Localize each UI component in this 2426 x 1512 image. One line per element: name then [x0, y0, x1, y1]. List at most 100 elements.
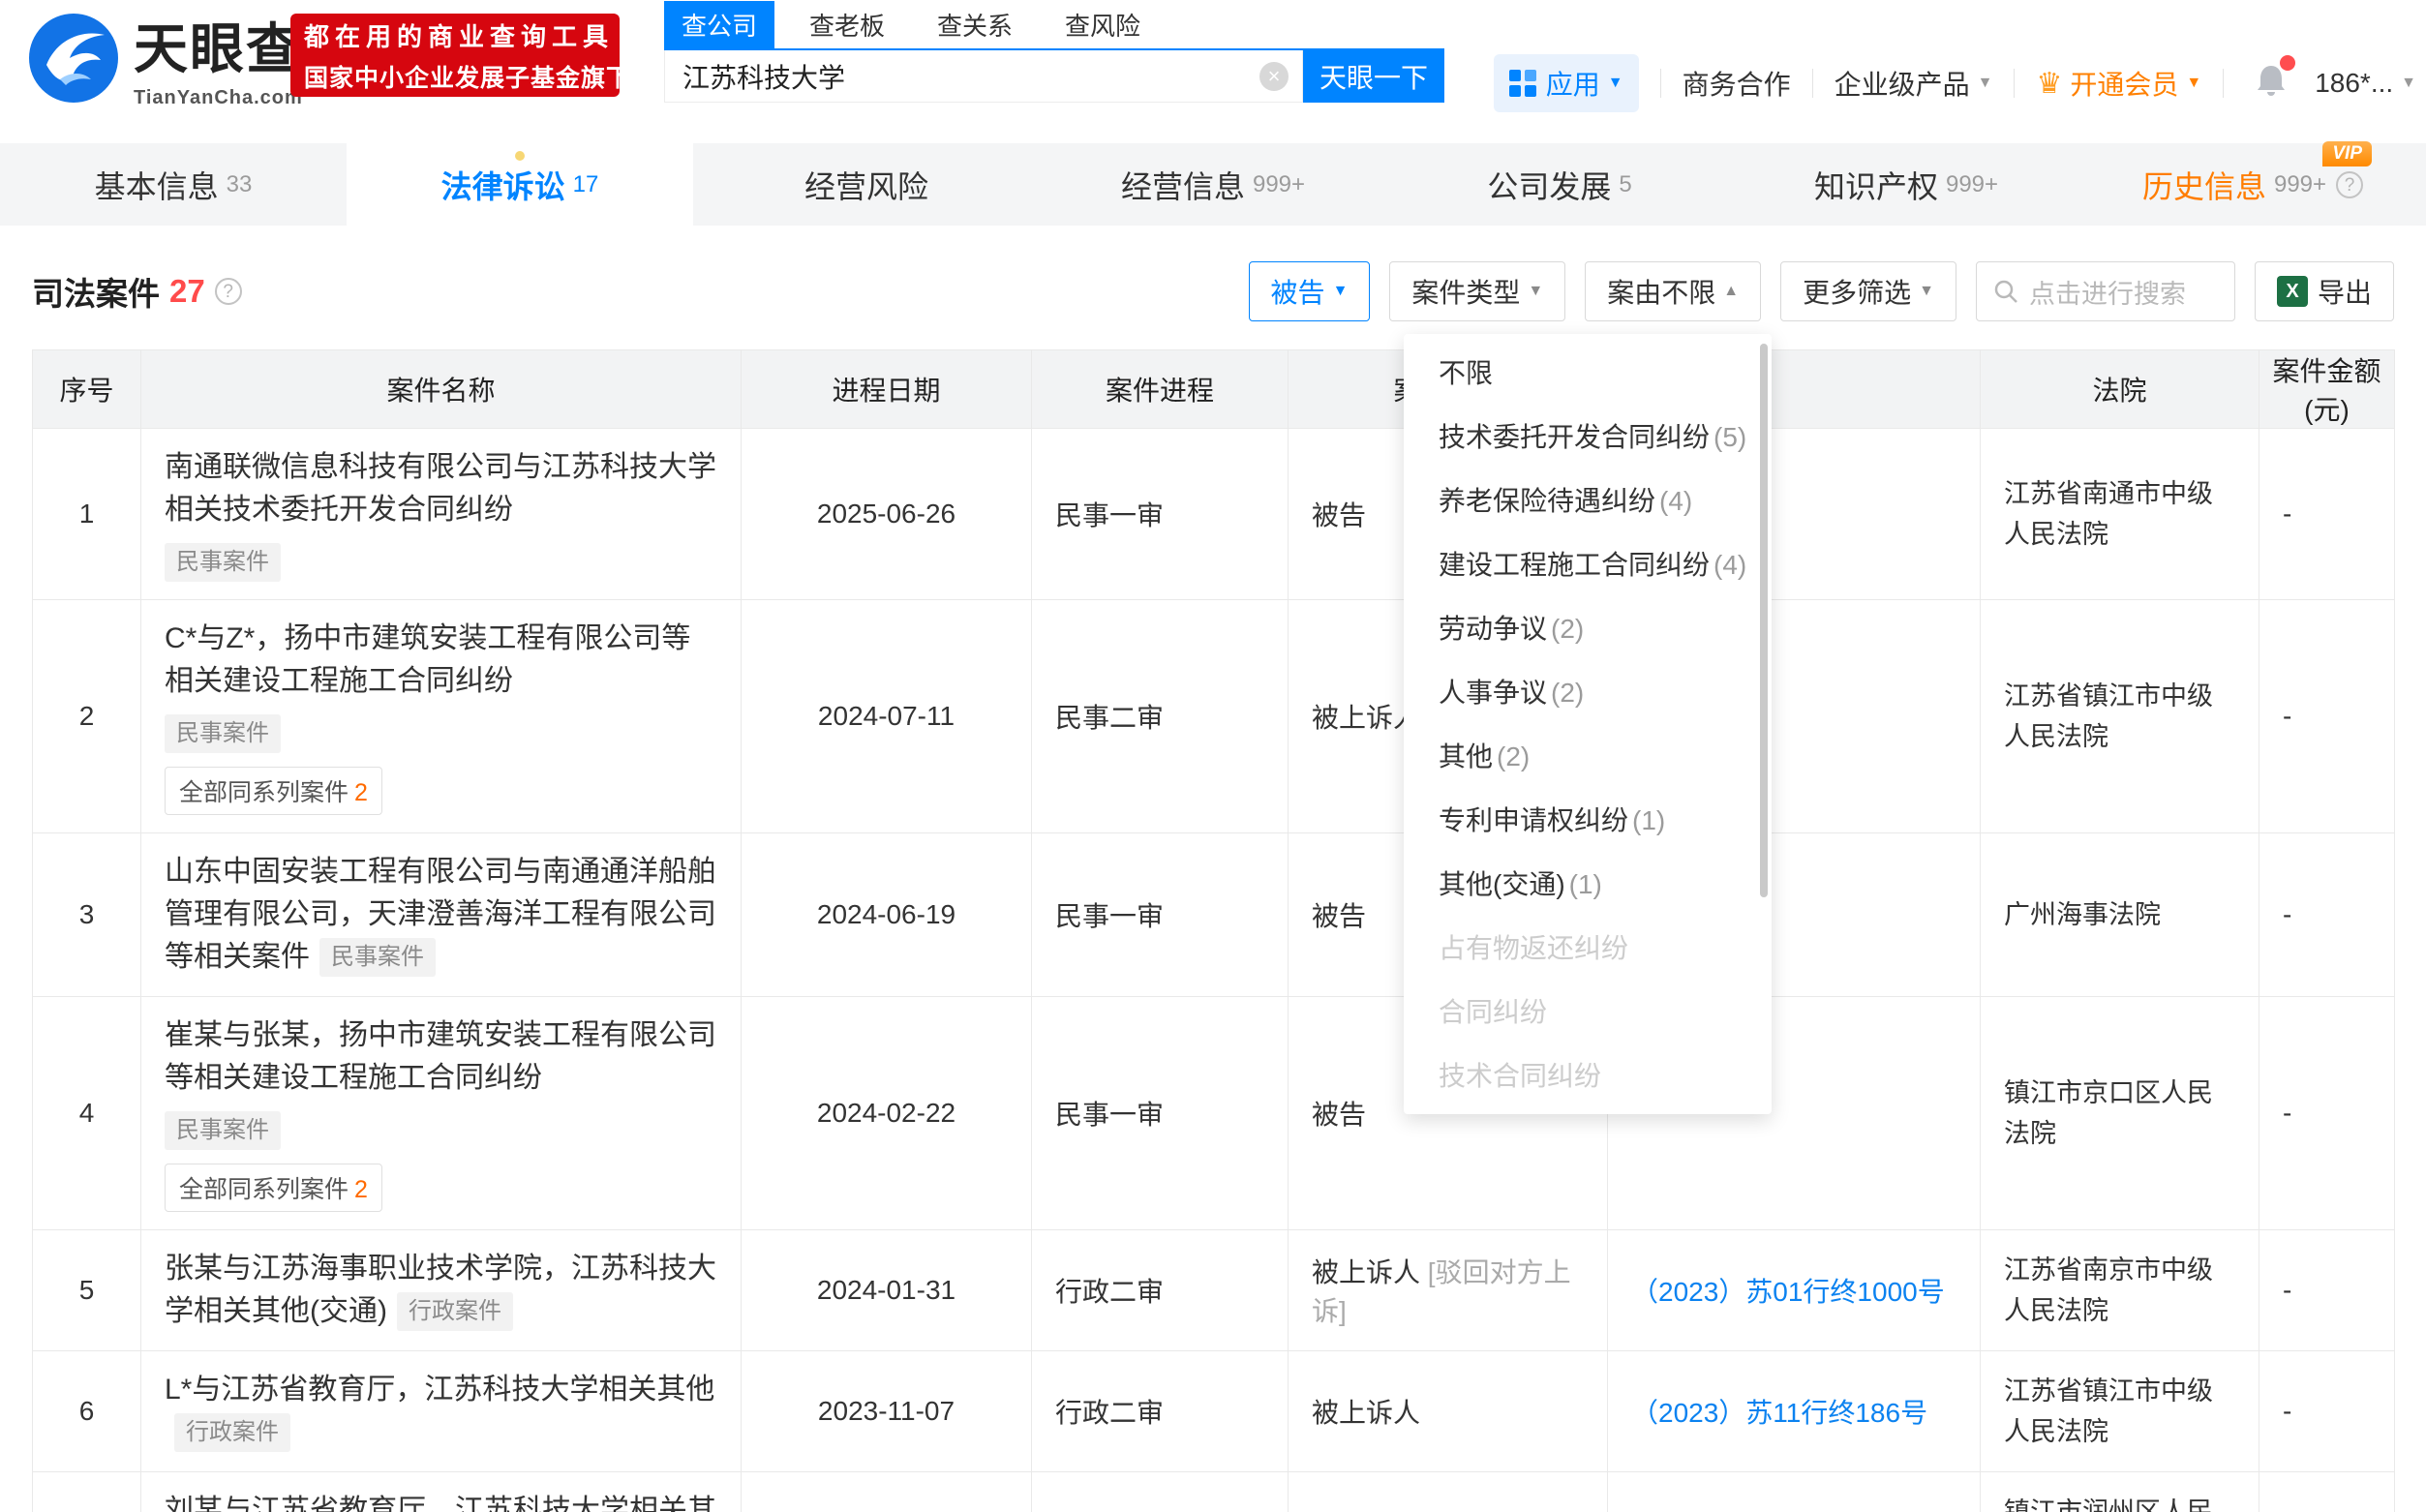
- dropdown-item[interactable]: 技术委托开发合同纠纷(5): [1404, 406, 1772, 469]
- dropdown-item[interactable]: 劳动争议(2): [1404, 597, 1772, 661]
- help-icon[interactable]: ?: [2336, 171, 2363, 198]
- case-court: 镇江市京口区人民法院: [1981, 997, 2259, 1230]
- nav-enterprise-product[interactable]: 企业级产品 ▼: [1835, 64, 1993, 103]
- col-court: 法院: [1981, 350, 2259, 429]
- case-name-link[interactable]: C*与Z*，扬中市建筑安装工程有限公司等相关建设工程施工合同纠纷: [165, 618, 717, 703]
- table-row: 4 崔某与张某，扬中市建筑安装工程有限公司等相关建设工程施工合同纠纷 民事案件 …: [33, 997, 2395, 1230]
- row-index: 7: [33, 1472, 141, 1512]
- dropdown-item[interactable]: 其他(交通)(1): [1404, 853, 1772, 917]
- row-index: 5: [33, 1230, 141, 1351]
- notification-bell-icon[interactable]: [2255, 63, 2288, 105]
- help-icon[interactable]: ?: [215, 278, 242, 305]
- dropdown-scrollbar[interactable]: [1760, 344, 1768, 897]
- dropdown-item[interactable]: 建设工程施工合同纠纷(4): [1404, 533, 1772, 597]
- search-tab-boss[interactable]: 查老板: [792, 1, 902, 48]
- case-court: 江苏省南京市中级人民法院: [1981, 1230, 2259, 1351]
- section-toolbar: 司法案件 27 ? 被告 ▼ 案件类型 ▼ 案由不限 ▲ 更多筛选 ▼: [0, 226, 2426, 322]
- case-amount: -: [2259, 600, 2395, 833]
- dropdown-item[interactable]: 养老保险待遇纠纷(4): [1404, 469, 1772, 533]
- logo-domain: TianYanCha.com: [134, 87, 303, 109]
- case-type-tag: 民事案件: [165, 1111, 281, 1150]
- case-date: 2025-06-26: [742, 429, 1032, 600]
- table-header-row: 序号 案件名称 进程日期 案件进程 案件身份 法院 案件金额(元): [33, 350, 2395, 429]
- case-type-tag: 民事案件: [165, 714, 281, 753]
- case-name-link[interactable]: 南通联微信息科技有限公司与江苏科技大学相关技术委托开发合同纠纷: [165, 446, 717, 531]
- tab-operation-risk[interactable]: 经营风险: [693, 143, 1040, 226]
- col-amount: 案件金额(元): [2259, 350, 2395, 429]
- table-row: 6 L*与江苏省教育厅，江苏科技大学相关其他行政案件 2023-11-07 行政…: [33, 1351, 2395, 1472]
- case-date: 2024-07-11: [742, 600, 1032, 833]
- case-role: 被上诉人: [1289, 1351, 1608, 1472]
- chevron-down-icon: ▼: [2401, 75, 2416, 92]
- row-index: 2: [33, 600, 141, 833]
- row-index: 4: [33, 997, 141, 1230]
- series-cases-button[interactable]: 全部同系列案件2: [165, 767, 382, 815]
- promo-line2: 国家中小企业发展子基金旗下机构: [304, 59, 606, 94]
- search-submit-button[interactable]: 天眼一下: [1303, 50, 1444, 103]
- col-case-name: 案件名称: [141, 350, 742, 429]
- tab-company-development[interactable]: 公司发展 5: [1386, 143, 1733, 226]
- case-court: 镇江市润州区人民法院: [1981, 1472, 2259, 1512]
- search-tab-risk[interactable]: 查风险: [1047, 1, 1158, 48]
- nav-open-vip[interactable]: ♛ 开通会员 ▼: [2036, 64, 2201, 103]
- filter-role-button[interactable]: 被告 ▼: [1249, 261, 1371, 321]
- tab-intellectual-property[interactable]: 知识产权 999+: [1733, 143, 2079, 226]
- divider: [2223, 69, 2224, 98]
- chevron-down-icon: ▼: [1919, 283, 1934, 300]
- search-input[interactable]: [665, 50, 1302, 102]
- case-court: 江苏省镇江市中级人民法院: [1981, 1351, 2259, 1472]
- dropdown-item[interactable]: 不限: [1404, 342, 1772, 406]
- tab-legal-litigation[interactable]: 法律诉讼 17: [347, 143, 693, 226]
- search-tab-relation[interactable]: 查关系: [920, 1, 1030, 48]
- user-account[interactable]: 186*... ▼: [2315, 68, 2416, 99]
- case-type-tag: 行政案件: [174, 1413, 290, 1452]
- case-name-link[interactable]: 刘某与江苏省教育厅，江苏科技大学相关其他: [165, 1495, 716, 1512]
- user-phone: 186*...: [2315, 68, 2393, 99]
- tab-history-info[interactable]: VIP 历史信息 999+ ?: [2079, 143, 2426, 226]
- table-row: 5 张某与江苏海事职业技术学院，江苏科技大学相关其他(交通)行政案件 2024-…: [33, 1230, 2395, 1351]
- tab-operation-info[interactable]: 经营信息 999+: [1040, 143, 1386, 226]
- case-number-link[interactable]: （2023）苏01行终1000号: [1631, 1277, 1945, 1307]
- case-role: 被告: [1289, 1472, 1608, 1512]
- case-amount: -: [2259, 1230, 2395, 1351]
- case-amount: -: [2259, 1351, 2395, 1472]
- dropdown-item[interactable]: 人事争议(2): [1404, 661, 1772, 725]
- apps-button[interactable]: 应用 ▼: [1494, 54, 1639, 112]
- tianyancha-logo[interactable]: 天眼查 TianYanCha.com: [27, 12, 303, 109]
- nav-business-coop[interactable]: 商务合作: [1683, 64, 1791, 103]
- case-stage: 民事二审: [1032, 600, 1289, 833]
- col-index: 序号: [33, 350, 141, 429]
- case-name-link[interactable]: 崔某与张某，扬中市建筑安装工程有限公司等相关建设工程施工合同纠纷: [165, 1014, 717, 1100]
- promo-line1: 都在用的商业查询工具: [304, 17, 606, 53]
- case-stage: 行政一审: [1032, 1472, 1289, 1512]
- clear-search-icon[interactable]: ×: [1259, 62, 1289, 91]
- case-role: 被上诉人: [1312, 1257, 1420, 1287]
- case-number-link[interactable]: （2023）苏11行终186号: [1631, 1398, 1927, 1428]
- filter-more-button[interactable]: 更多筛选 ▼: [1780, 261, 1956, 321]
- case-name-link[interactable]: 山东中固安装工程有限公司与南通通洋船舶管理有限公司，天津澄善海洋工程有限公司等相…: [165, 856, 716, 973]
- tab-basic-info[interactable]: 基本信息 33: [0, 143, 347, 226]
- table-row: 7 刘某与江苏省教育厅，江苏科技大学相关其他行政案件 2023-05-30 行政…: [33, 1472, 2395, 1512]
- series-cases-button[interactable]: 全部同系列案件2: [165, 1164, 382, 1212]
- filter-cause-button[interactable]: 案由不限 ▲: [1585, 261, 1761, 321]
- divider: [1812, 69, 1813, 98]
- top-nav: 应用 ▼ 商务合作 企业级产品 ▼ ♛ 开通会员 ▼: [1494, 54, 2416, 112]
- header-search: 查公司 查老板 查关系 查风险 × 天眼一下: [664, 6, 1444, 103]
- promo-banner[interactable]: 都在用的商业查询工具 国家中小企业发展子基金旗下机构: [290, 14, 620, 97]
- logo-title: 天眼查: [134, 12, 303, 87]
- case-date: 2024-01-31: [742, 1230, 1032, 1351]
- table-search-input[interactable]: 点击进行搜索: [1976, 261, 2235, 321]
- logo-icon: [27, 12, 120, 105]
- chevron-down-icon: ▼: [1528, 283, 1543, 300]
- case-date: 2024-02-22: [742, 997, 1032, 1230]
- dropdown-item[interactable]: 专利申请权纠纷(1): [1404, 789, 1772, 853]
- filter-case-type-button[interactable]: 案件类型 ▼: [1389, 261, 1565, 321]
- case-type-tag: 行政案件: [397, 1292, 513, 1331]
- dropdown-item[interactable]: 其他(2): [1404, 725, 1772, 789]
- export-button[interactable]: X 导出: [2255, 261, 2394, 321]
- excel-icon: X: [2277, 276, 2308, 307]
- case-name-link[interactable]: L*与江苏省教育厅，江苏科技大学相关其他: [165, 1374, 714, 1406]
- chevron-down-icon: ▼: [1333, 283, 1349, 300]
- case-date: 2023-11-07: [742, 1351, 1032, 1472]
- search-tab-company[interactable]: 查公司: [664, 1, 774, 48]
